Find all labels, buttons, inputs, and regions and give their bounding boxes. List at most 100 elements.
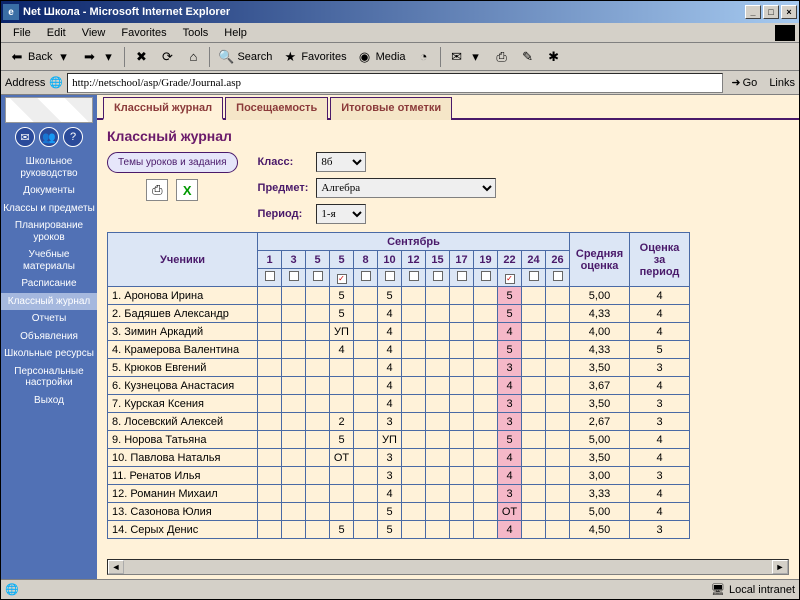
date-chk-2[interactable] xyxy=(306,269,330,287)
date-chk-12[interactable] xyxy=(546,269,570,287)
student-name-13[interactable]: 14. Серых Денис xyxy=(108,521,258,539)
pg-cell-5[interactable]: 4 xyxy=(630,377,690,395)
grade-cell-6-11[interactable] xyxy=(522,395,546,413)
grade-cell-10-8[interactable] xyxy=(450,467,474,485)
grade-cell-11-0[interactable] xyxy=(258,485,282,503)
grade-cell-5-11[interactable] xyxy=(522,377,546,395)
edit-button[interactable]: ✎ xyxy=(516,47,540,67)
grade-cell-0-3[interactable]: 5 xyxy=(330,287,354,305)
grade-cell-13-8[interactable] xyxy=(450,521,474,539)
grade-cell-10-7[interactable] xyxy=(426,467,450,485)
grade-cell-9-1[interactable] xyxy=(282,449,306,467)
grade-cell-11-1[interactable] xyxy=(282,485,306,503)
grade-cell-3-0[interactable] xyxy=(258,341,282,359)
date-header-3[interactable]: 5 xyxy=(330,251,354,269)
grade-cell-0-5[interactable]: 5 xyxy=(378,287,402,305)
grade-cell-3-4[interactable] xyxy=(354,341,378,359)
grade-cell-4-5[interactable]: 4 xyxy=(378,359,402,377)
back-button[interactable]: ⬅Back▾ xyxy=(5,47,75,67)
grade-cell-2-7[interactable] xyxy=(426,323,450,341)
grade-cell-12-0[interactable] xyxy=(258,503,282,521)
grade-cell-8-2[interactable] xyxy=(306,431,330,449)
grade-cell-3-2[interactable] xyxy=(306,341,330,359)
grade-cell-2-5[interactable]: 4 xyxy=(378,323,402,341)
grade-cell-4-8[interactable] xyxy=(450,359,474,377)
address-input[interactable] xyxy=(67,73,723,93)
grade-cell-6-10[interactable]: 3 xyxy=(498,395,522,413)
grade-cell-6-4[interactable] xyxy=(354,395,378,413)
grade-cell-6-7[interactable] xyxy=(426,395,450,413)
sidebar-item-3[interactable]: Планирование уроков xyxy=(1,217,97,246)
grade-cell-7-7[interactable] xyxy=(426,413,450,431)
tab-1[interactable]: Посещаемость xyxy=(225,97,328,120)
grade-cell-13-2[interactable] xyxy=(306,521,330,539)
grade-cell-3-8[interactable] xyxy=(450,341,474,359)
grade-cell-12-3[interactable] xyxy=(330,503,354,521)
date-header-2[interactable]: 5 xyxy=(306,251,330,269)
grade-cell-11-3[interactable] xyxy=(330,485,354,503)
date-header-5[interactable]: 10 xyxy=(378,251,402,269)
grade-cell-6-8[interactable] xyxy=(450,395,474,413)
date-header-4[interactable]: 8 xyxy=(354,251,378,269)
grade-cell-10-9[interactable] xyxy=(474,467,498,485)
grade-cell-3-12[interactable] xyxy=(546,341,570,359)
grade-cell-9-11[interactable] xyxy=(522,449,546,467)
student-name-5[interactable]: 6. Кузнецова Анастасия xyxy=(108,377,258,395)
grade-cell-11-6[interactable] xyxy=(402,485,426,503)
grade-cell-10-1[interactable] xyxy=(282,467,306,485)
grade-cell-12-9[interactable] xyxy=(474,503,498,521)
grade-cell-11-8[interactable] xyxy=(450,485,474,503)
grade-cell-9-2[interactable] xyxy=(306,449,330,467)
pg-cell-1[interactable]: 4 xyxy=(630,305,690,323)
grade-cell-11-2[interactable] xyxy=(306,485,330,503)
grade-cell-8-3[interactable]: 5 xyxy=(330,431,354,449)
menu-tools[interactable]: Tools xyxy=(175,25,217,41)
grade-cell-8-4[interactable] xyxy=(354,431,378,449)
date-chk-6[interactable] xyxy=(402,269,426,287)
date-header-10[interactable]: 22 xyxy=(498,251,522,269)
student-name-12[interactable]: 13. Сазонова Юлия xyxy=(108,503,258,521)
grade-cell-7-5[interactable]: 3 xyxy=(378,413,402,431)
grade-cell-4-3[interactable] xyxy=(330,359,354,377)
home-button[interactable]: ⌂ xyxy=(181,47,205,67)
pg-cell-9[interactable]: 4 xyxy=(630,449,690,467)
grade-cell-12-7[interactable] xyxy=(426,503,450,521)
grade-cell-0-6[interactable] xyxy=(402,287,426,305)
history-button[interactable]: ◔ xyxy=(412,47,436,67)
stop-button[interactable]: ✖ xyxy=(129,47,153,67)
grade-cell-11-5[interactable]: 4 xyxy=(378,485,402,503)
student-name-0[interactable]: 1. Аронова Ирина xyxy=(108,287,258,305)
users-round-icon[interactable]: 👥 xyxy=(39,127,59,147)
grade-cell-3-9[interactable] xyxy=(474,341,498,359)
grade-cell-12-10[interactable]: ОТ xyxy=(498,503,522,521)
pg-cell-10[interactable]: 3 xyxy=(630,467,690,485)
pg-cell-8[interactable]: 4 xyxy=(630,431,690,449)
grade-cell-10-2[interactable] xyxy=(306,467,330,485)
grade-cell-5-5[interactable]: 4 xyxy=(378,377,402,395)
grade-cell-7-8[interactable] xyxy=(450,413,474,431)
grade-cell-5-1[interactable] xyxy=(282,377,306,395)
grade-cell-9-0[interactable] xyxy=(258,449,282,467)
pg-cell-2[interactable]: 4 xyxy=(630,323,690,341)
pg-cell-4[interactable]: 3 xyxy=(630,359,690,377)
grade-cell-13-10[interactable]: 4 xyxy=(498,521,522,539)
sidebar-item-5[interactable]: Расписание xyxy=(1,275,97,293)
grade-cell-5-10[interactable]: 4 xyxy=(498,377,522,395)
grade-cell-4-10[interactable]: 3 xyxy=(498,359,522,377)
sidebar-item-10[interactable]: Персональные настройки xyxy=(1,363,97,392)
grade-cell-0-1[interactable] xyxy=(282,287,306,305)
grade-cell-3-6[interactable] xyxy=(402,341,426,359)
grade-cell-0-7[interactable] xyxy=(426,287,450,305)
grade-cell-7-6[interactable] xyxy=(402,413,426,431)
grade-cell-9-6[interactable] xyxy=(402,449,426,467)
grade-cell-5-12[interactable] xyxy=(546,377,570,395)
grade-cell-9-8[interactable] xyxy=(450,449,474,467)
grade-cell-5-0[interactable] xyxy=(258,377,282,395)
grade-cell-4-2[interactable] xyxy=(306,359,330,377)
refresh-button[interactable]: ⟳ xyxy=(155,47,179,67)
grade-cell-8-6[interactable] xyxy=(402,431,426,449)
grade-cell-0-8[interactable] xyxy=(450,287,474,305)
date-chk-9[interactable] xyxy=(474,269,498,287)
grade-cell-4-7[interactable] xyxy=(426,359,450,377)
grade-cell-4-9[interactable] xyxy=(474,359,498,377)
